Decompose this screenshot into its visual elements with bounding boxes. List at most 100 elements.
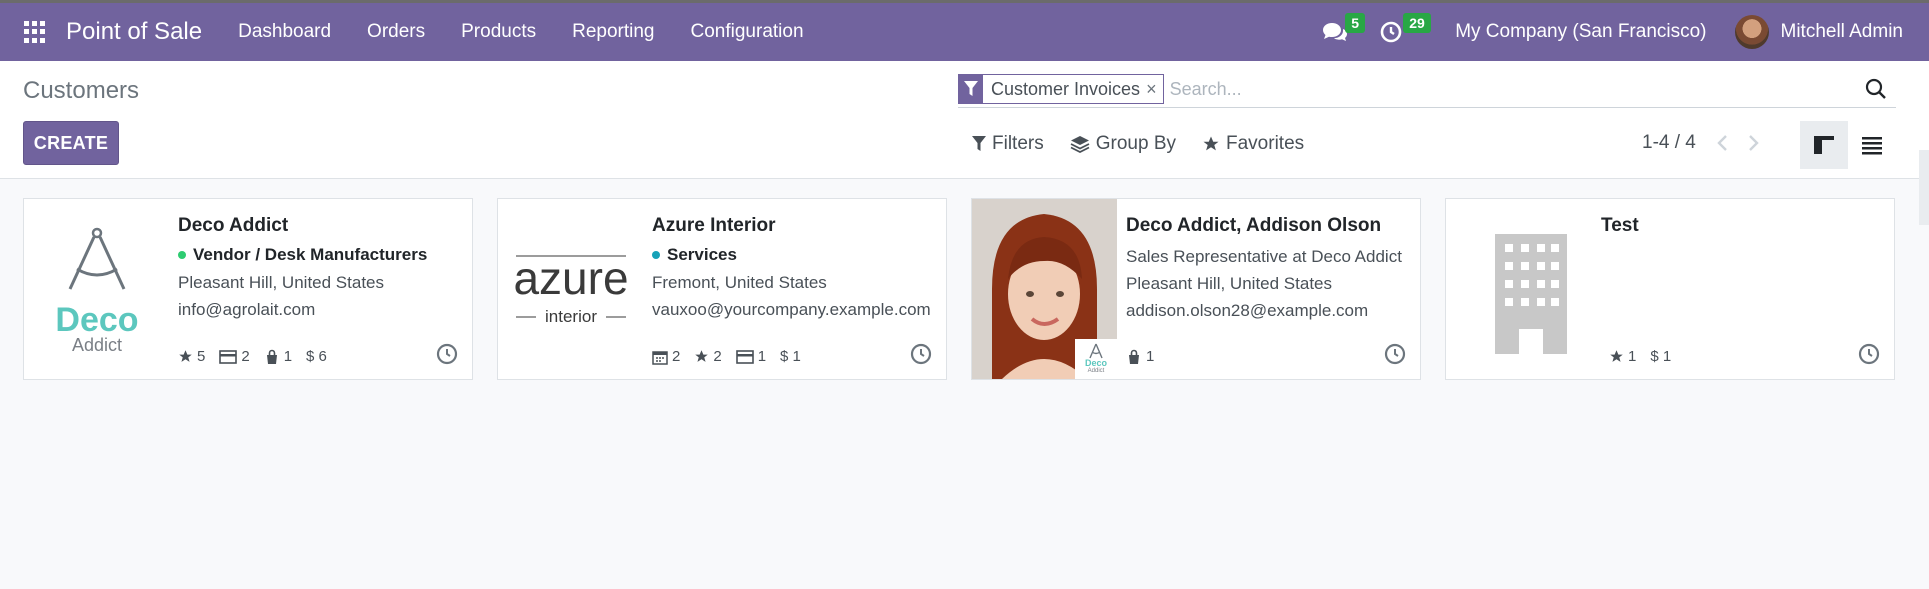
- pager: 1-4 / 4: [1642, 132, 1774, 154]
- systray: 5 29 My Company (San Francisco) Mitchell…: [1321, 3, 1929, 61]
- groupby-label: Group By: [1095, 133, 1176, 154]
- activity-clock-icon[interactable]: [910, 343, 932, 365]
- search-bar: Customer Invoices ×: [958, 71, 1896, 108]
- facet-remove-icon[interactable]: ×: [1144, 75, 1163, 103]
- star-icon: [1203, 136, 1219, 151]
- create-button[interactable]: CREATE: [23, 121, 119, 165]
- stat-value: 1: [283, 348, 293, 365]
- card-body: Test: [1601, 215, 1880, 245]
- card-stats: 2 2 1 $ 1: [652, 348, 815, 365]
- user-avatar[interactable]: [1734, 15, 1769, 49]
- mini-logo-text: Deco: [1084, 358, 1107, 368]
- activity-clock-icon[interactable]: [436, 343, 458, 365]
- company-logo: azure interior: [498, 199, 643, 379]
- card-address: Pleasant Hill, United States: [178, 273, 384, 292]
- activity-clock-icon[interactable]: [1384, 343, 1406, 365]
- mini-logo-subtext: Addict: [1087, 368, 1105, 374]
- payment-stat[interactable]: 2: [219, 348, 250, 365]
- app-name[interactable]: Point of Sale: [66, 18, 202, 46]
- layers-icon: [1070, 136, 1090, 153]
- card-body: Deco Addict, Addison Olson Sales Represe…: [1126, 215, 1406, 328]
- card-stats: 5 2 1 $ 6: [178, 348, 341, 365]
- search-icon[interactable]: [1864, 77, 1888, 101]
- stat-value: $ 1: [780, 348, 801, 365]
- list-icon: [1862, 137, 1882, 155]
- kanban-icon: [1814, 136, 1834, 154]
- shopping-bag-icon: [1129, 349, 1139, 364]
- user-menu[interactable]: Mitchell Admin: [1781, 21, 1904, 43]
- tag-label: Vendor / Desk Manufacturers: [193, 245, 428, 264]
- credit-card-icon: [219, 349, 238, 364]
- search-facet: Customer Invoices ×: [958, 74, 1164, 104]
- favorites-label: Favorites: [1226, 133, 1305, 154]
- next-page-icon[interactable]: [1744, 133, 1762, 153]
- customer-card[interactable]: Deco Addict Deco Addict Vendor / Desk Ma…: [23, 198, 473, 380]
- list-view-button[interactable]: [1848, 121, 1896, 169]
- menu-dashboard[interactable]: Dashboard: [238, 21, 331, 43]
- stat-value: 5: [197, 348, 206, 365]
- star-icon: [179, 350, 192, 362]
- view-switcher: [1800, 121, 1896, 169]
- rating-stat[interactable]: 5: [178, 348, 205, 365]
- star-icon: [695, 350, 709, 362]
- invoiced-stat[interactable]: $ 1: [1650, 348, 1671, 365]
- card-title: Azure Interior: [652, 215, 776, 236]
- filters-dropdown[interactable]: Filters: [972, 133, 1044, 155]
- card-body: Deco Addict Vendor / Desk Manufacturers …: [178, 215, 458, 327]
- card-title: Deco Addict, Addison Olson: [1126, 215, 1382, 236]
- menu-orders[interactable]: Orders: [367, 21, 425, 43]
- scrollbar[interactable]: [1919, 150, 1929, 225]
- favorites-dropdown[interactable]: Favorites: [1202, 133, 1304, 155]
- calendar-icon: [652, 350, 668, 365]
- apps-menu-icon[interactable]: [24, 21, 46, 43]
- card-address: Fremont, United States: [652, 273, 827, 292]
- card-address: Pleasant Hill, United States: [1126, 274, 1332, 293]
- card-stats: 1: [1126, 348, 1168, 365]
- menu-configuration[interactable]: Configuration: [691, 21, 804, 43]
- pager-value[interactable]: 1-4 / 4: [1642, 132, 1696, 154]
- search-input[interactable]: [1169, 74, 1864, 104]
- logo-text: azure: [513, 252, 628, 304]
- control-panel: Customers CREATE Customer Invoices × Fil…: [0, 61, 1929, 179]
- search-options: Filters Group By Favorites: [972, 133, 1330, 155]
- activities-badge: 29: [1403, 13, 1431, 33]
- menu-products[interactable]: Products: [461, 21, 536, 43]
- filters-label: Filters: [992, 133, 1044, 154]
- customer-card[interactable]: Test 1 $ 1: [1445, 198, 1895, 380]
- rating-stat[interactable]: 2: [694, 348, 722, 365]
- menu-reporting[interactable]: Reporting: [572, 21, 654, 43]
- company-switcher[interactable]: My Company (San Francisco): [1455, 21, 1706, 43]
- kanban-view-button[interactable]: [1800, 121, 1848, 169]
- stat-value: 1: [757, 348, 767, 365]
- payment-stat[interactable]: 1: [735, 348, 767, 365]
- card-tag: Services: [652, 245, 932, 265]
- invoiced-stat[interactable]: $ 1: [780, 348, 801, 365]
- previous-page-icon[interactable]: [1714, 133, 1732, 153]
- company-logo: Deco Addict: [24, 199, 169, 379]
- customer-card[interactable]: azure interior Azure Interior Services F…: [497, 198, 947, 380]
- activities-systray[interactable]: 29: [1379, 3, 1431, 61]
- activity-clock-icon[interactable]: [1858, 343, 1880, 365]
- customer-card[interactable]: Deco Addict Deco Addict, Addison Olson S…: [971, 198, 1421, 380]
- logo-text: Deco: [55, 301, 138, 339]
- company-mini-logo: Deco Addict: [1075, 339, 1117, 379]
- meetings-stat[interactable]: 2: [652, 348, 680, 365]
- rating-stat[interactable]: 1: [1609, 348, 1636, 365]
- messages-badge: 5: [1345, 13, 1365, 33]
- placeholder-building-icon: [1466, 199, 1596, 379]
- sales-stat[interactable]: 1: [1126, 348, 1154, 365]
- logo-subtext: interior: [545, 307, 597, 326]
- card-tag: Vendor / Desk Manufacturers: [178, 245, 458, 265]
- credit-card-icon: [735, 349, 754, 364]
- filter-icon: [972, 136, 986, 151]
- sales-stat[interactable]: 1: [264, 348, 292, 365]
- messages-systray[interactable]: 5: [1321, 3, 1365, 61]
- groupby-dropdown[interactable]: Group By: [1070, 133, 1176, 155]
- card-title: Deco Addict: [178, 215, 289, 236]
- invoiced-stat[interactable]: $ 6: [306, 348, 327, 365]
- clock-icon: [1380, 21, 1402, 43]
- card-job-title: Sales Representative at Deco Addict: [1126, 247, 1402, 266]
- card-email: info@agrolait.com: [178, 300, 316, 319]
- stat-value: $ 6: [306, 348, 327, 365]
- filter-facet-icon: [959, 75, 983, 103]
